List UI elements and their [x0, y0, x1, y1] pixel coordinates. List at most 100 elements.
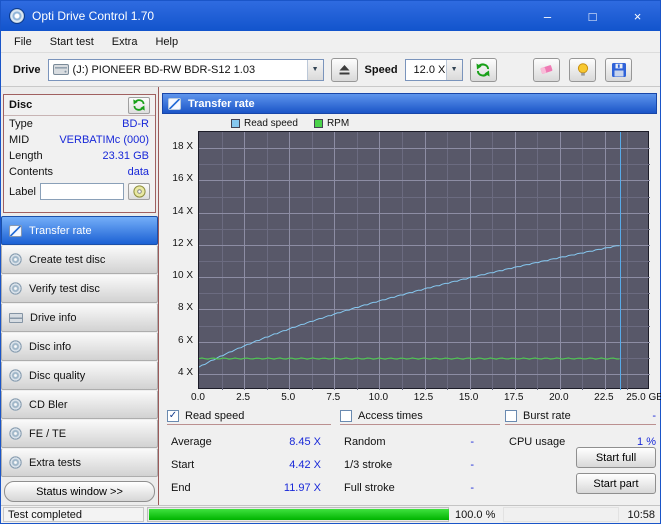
drive-label: Drive: [13, 64, 41, 76]
sidebar-item-label: Create test disc: [29, 254, 105, 266]
sidebar-item-label: Verify test disc: [29, 283, 100, 295]
rpm-swatch: [314, 119, 323, 128]
disc-label-caption: Label: [9, 186, 36, 198]
sidebar-item-create-test-disc[interactable]: Create test disc: [1, 245, 158, 274]
main-header: Transfer rate: [162, 93, 657, 114]
disc-info-rows: TypeBD-RMIDVERBATIMc (000)Length23.31 GB…: [4, 116, 155, 180]
sidebar-item-label: Transfer rate: [29, 225, 92, 237]
stat-value: 11.97 X: [255, 482, 321, 494]
sidebar-item-drive-info[interactable]: Drive info: [1, 303, 158, 332]
transfer-rate-plot: [198, 131, 649, 389]
burn-icon: [577, 63, 589, 76]
legend-item-read-speed: Read speed: [231, 118, 298, 129]
menu-help[interactable]: Help: [146, 33, 187, 51]
sidebar-item-transfer-rate[interactable]: Transfer rate: [1, 216, 158, 245]
stat-value: -: [414, 436, 474, 448]
disc-label-button[interactable]: [128, 183, 150, 200]
x-axis-tick: 0.0: [191, 392, 205, 403]
sidebar-nav: Transfer rate Create test disc Verify test…: [1, 216, 158, 477]
stat-value: 8.45 X: [255, 436, 321, 448]
clock: 10:58: [622, 507, 658, 522]
checkbox-label: Read speed: [185, 410, 244, 422]
sidebar-item-label: Disc info: [29, 341, 71, 353]
erase-icon: [539, 63, 554, 76]
menu-file[interactable]: File: [5, 33, 41, 51]
disc-row-value: data: [128, 165, 149, 179]
eject-button[interactable]: [331, 58, 358, 82]
x-axis-tick: 2.5: [236, 392, 250, 403]
refresh-disc-button[interactable]: [128, 97, 150, 114]
drive-select[interactable]: (J:) PIONEER BD-RW BDR-S12 1.03 ▼: [48, 59, 324, 81]
sidebar-item-disc-info[interactable]: Disc info: [1, 332, 158, 361]
x-axis-tick: 7.5: [326, 392, 340, 403]
close-button[interactable]: ×: [615, 1, 660, 31]
speed-select-value: 12.0 X: [414, 64, 446, 76]
transfer-rate-icon: [9, 225, 22, 237]
maximize-button[interactable]: □: [570, 1, 615, 31]
sidebar-item-label: Drive info: [30, 312, 76, 324]
refresh-icon: [475, 63, 491, 77]
y-axis-tick: 14 X: [172, 206, 193, 217]
disc-info-icon: [9, 340, 22, 353]
drive-icon: [53, 64, 69, 75]
disc-info-row: TypeBD-R: [4, 116, 155, 132]
verify-test-disc-icon: [9, 282, 22, 295]
menu-extra[interactable]: Extra: [103, 33, 147, 51]
create-test-disc-icon: [9, 253, 22, 266]
drive-select-value: (J:) PIONEER BD-RW BDR-S12 1.03: [73, 64, 256, 76]
refresh-icon: [132, 99, 146, 111]
sidebar-item-verify-test-disc[interactable]: Verify test disc: [1, 274, 158, 303]
speed-label: Speed: [365, 64, 398, 76]
burn-disc-button[interactable]: [569, 58, 596, 82]
start-full-button[interactable]: Start full: [576, 447, 656, 468]
stat-label: Start: [171, 459, 194, 471]
sidebar-item-disc-quality[interactable]: Disc quality: [1, 361, 158, 390]
statusbar-spacer: [503, 507, 619, 522]
main-panel: Transfer rate Read speed RPM 4 X6 X8 X10…: [159, 87, 660, 505]
disc-info-row: Contentsdata: [4, 164, 155, 180]
status-window-button[interactable]: Status window >>: [4, 481, 155, 502]
disc-label-input[interactable]: [40, 183, 124, 200]
disc-row-value: 23.31 GB: [103, 149, 149, 163]
checkbox-label: Burst rate: [523, 410, 571, 422]
speed-select[interactable]: 12.0 X ▼: [405, 59, 463, 81]
x-axis-tick: 20.0: [549, 392, 568, 403]
read-speed-checkbox[interactable]: ✓: [167, 410, 179, 422]
burst-rate-checkbox[interactable]: [505, 410, 517, 422]
sidebar-item-label: FE / TE: [29, 428, 66, 440]
disc-panel-title: Disc: [9, 99, 32, 111]
sidebar-item-extra-tests[interactable]: Extra tests: [1, 448, 158, 477]
extra-tests-icon: [9, 456, 22, 469]
drive-info-icon: [9, 313, 23, 323]
transfer-rate-icon: [168, 98, 181, 110]
start-part-button[interactable]: Start part: [576, 473, 656, 494]
chevron-down-icon: ▼: [307, 60, 323, 80]
stat-label: 1/3 stroke: [344, 459, 392, 471]
y-axis-tick: 12 X: [172, 238, 193, 249]
sidebar-item-cd-bler[interactable]: CD Bler: [1, 390, 158, 419]
erase-disc-button[interactable]: [533, 58, 560, 82]
menu-start-test[interactable]: Start test: [41, 33, 103, 51]
disc-row-label: Type: [9, 117, 33, 131]
stat-value: 4.42 X: [255, 459, 321, 471]
stat-label: Average: [171, 436, 212, 448]
sidebar-item-label: CD Bler: [29, 399, 68, 411]
burst-rate-checkbox-group: Burst rate -: [505, 407, 656, 425]
sidebar-item-label: Extra tests: [29, 457, 81, 469]
chevron-down-icon: ▼: [446, 60, 462, 80]
sidebar-item-fe-te[interactable]: FE / TE: [1, 419, 158, 448]
progress-fill: [149, 509, 449, 520]
save-icon: [612, 63, 626, 77]
access-times-checkbox[interactable]: [340, 410, 352, 422]
disc-info-row: MIDVERBATIMc (000): [4, 132, 155, 148]
content-area: Disc TypeBD-RMIDVERBATIMc (000)Length23.…: [1, 87, 660, 505]
x-axis-tick: 22.5: [594, 392, 613, 403]
minimize-button[interactable]: –: [525, 1, 570, 31]
stat-label: Random: [344, 436, 386, 448]
transfer-rate-chart: [199, 132, 650, 390]
save-button[interactable]: [605, 58, 632, 82]
x-axis: 0.02.55.07.510.012.515.017.520.022.525.0…: [198, 392, 649, 406]
refresh-speeds-button[interactable]: [470, 58, 497, 82]
cpu-usage-label: CPU usage: [509, 436, 565, 448]
stat-value: -: [414, 459, 474, 471]
